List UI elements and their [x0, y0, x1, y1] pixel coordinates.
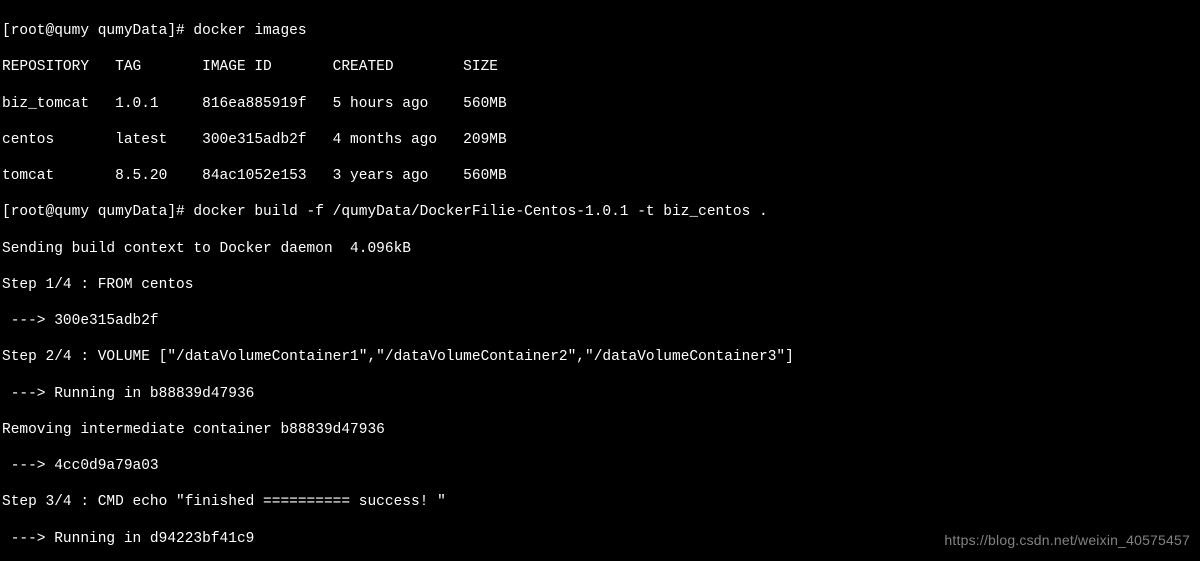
- build-output-line: Step 3/4 : CMD echo "finished ==========…: [2, 493, 1198, 511]
- images-header: REPOSITORY TAG IMAGE ID CREATED SIZE: [2, 58, 1198, 76]
- build-output-line: ---> 300e315adb2f: [2, 312, 1198, 330]
- build-output-line: Step 2/4 : VOLUME ["/dataVolumeContainer…: [2, 348, 1198, 366]
- build-output-line: ---> 4cc0d9a79a03: [2, 457, 1198, 475]
- build-output-line: Removing intermediate container b88839d4…: [2, 421, 1198, 439]
- table-row: biz_tomcat 1.0.1 816ea885919f 5 hours ag…: [2, 95, 1198, 113]
- table-row: centos latest 300e315adb2f 4 months ago …: [2, 131, 1198, 149]
- build-output-line: Step 1/4 : FROM centos: [2, 276, 1198, 294]
- prompt-line: [root@qumy qumyData]# docker images: [2, 22, 1198, 40]
- build-output-line: ---> Running in b88839d47936: [2, 385, 1198, 403]
- terminal-output[interactable]: [root@qumy qumyData]# docker images REPO…: [0, 0, 1200, 561]
- table-row: tomcat 8.5.20 84ac1052e153 3 years ago 5…: [2, 167, 1198, 185]
- watermark-text: https://blog.csdn.net/weixin_40575457: [944, 532, 1190, 550]
- prompt-line: [root@qumy qumyData]# docker build -f /q…: [2, 203, 1198, 221]
- build-output-line: Sending build context to Docker daemon 4…: [2, 240, 1198, 258]
